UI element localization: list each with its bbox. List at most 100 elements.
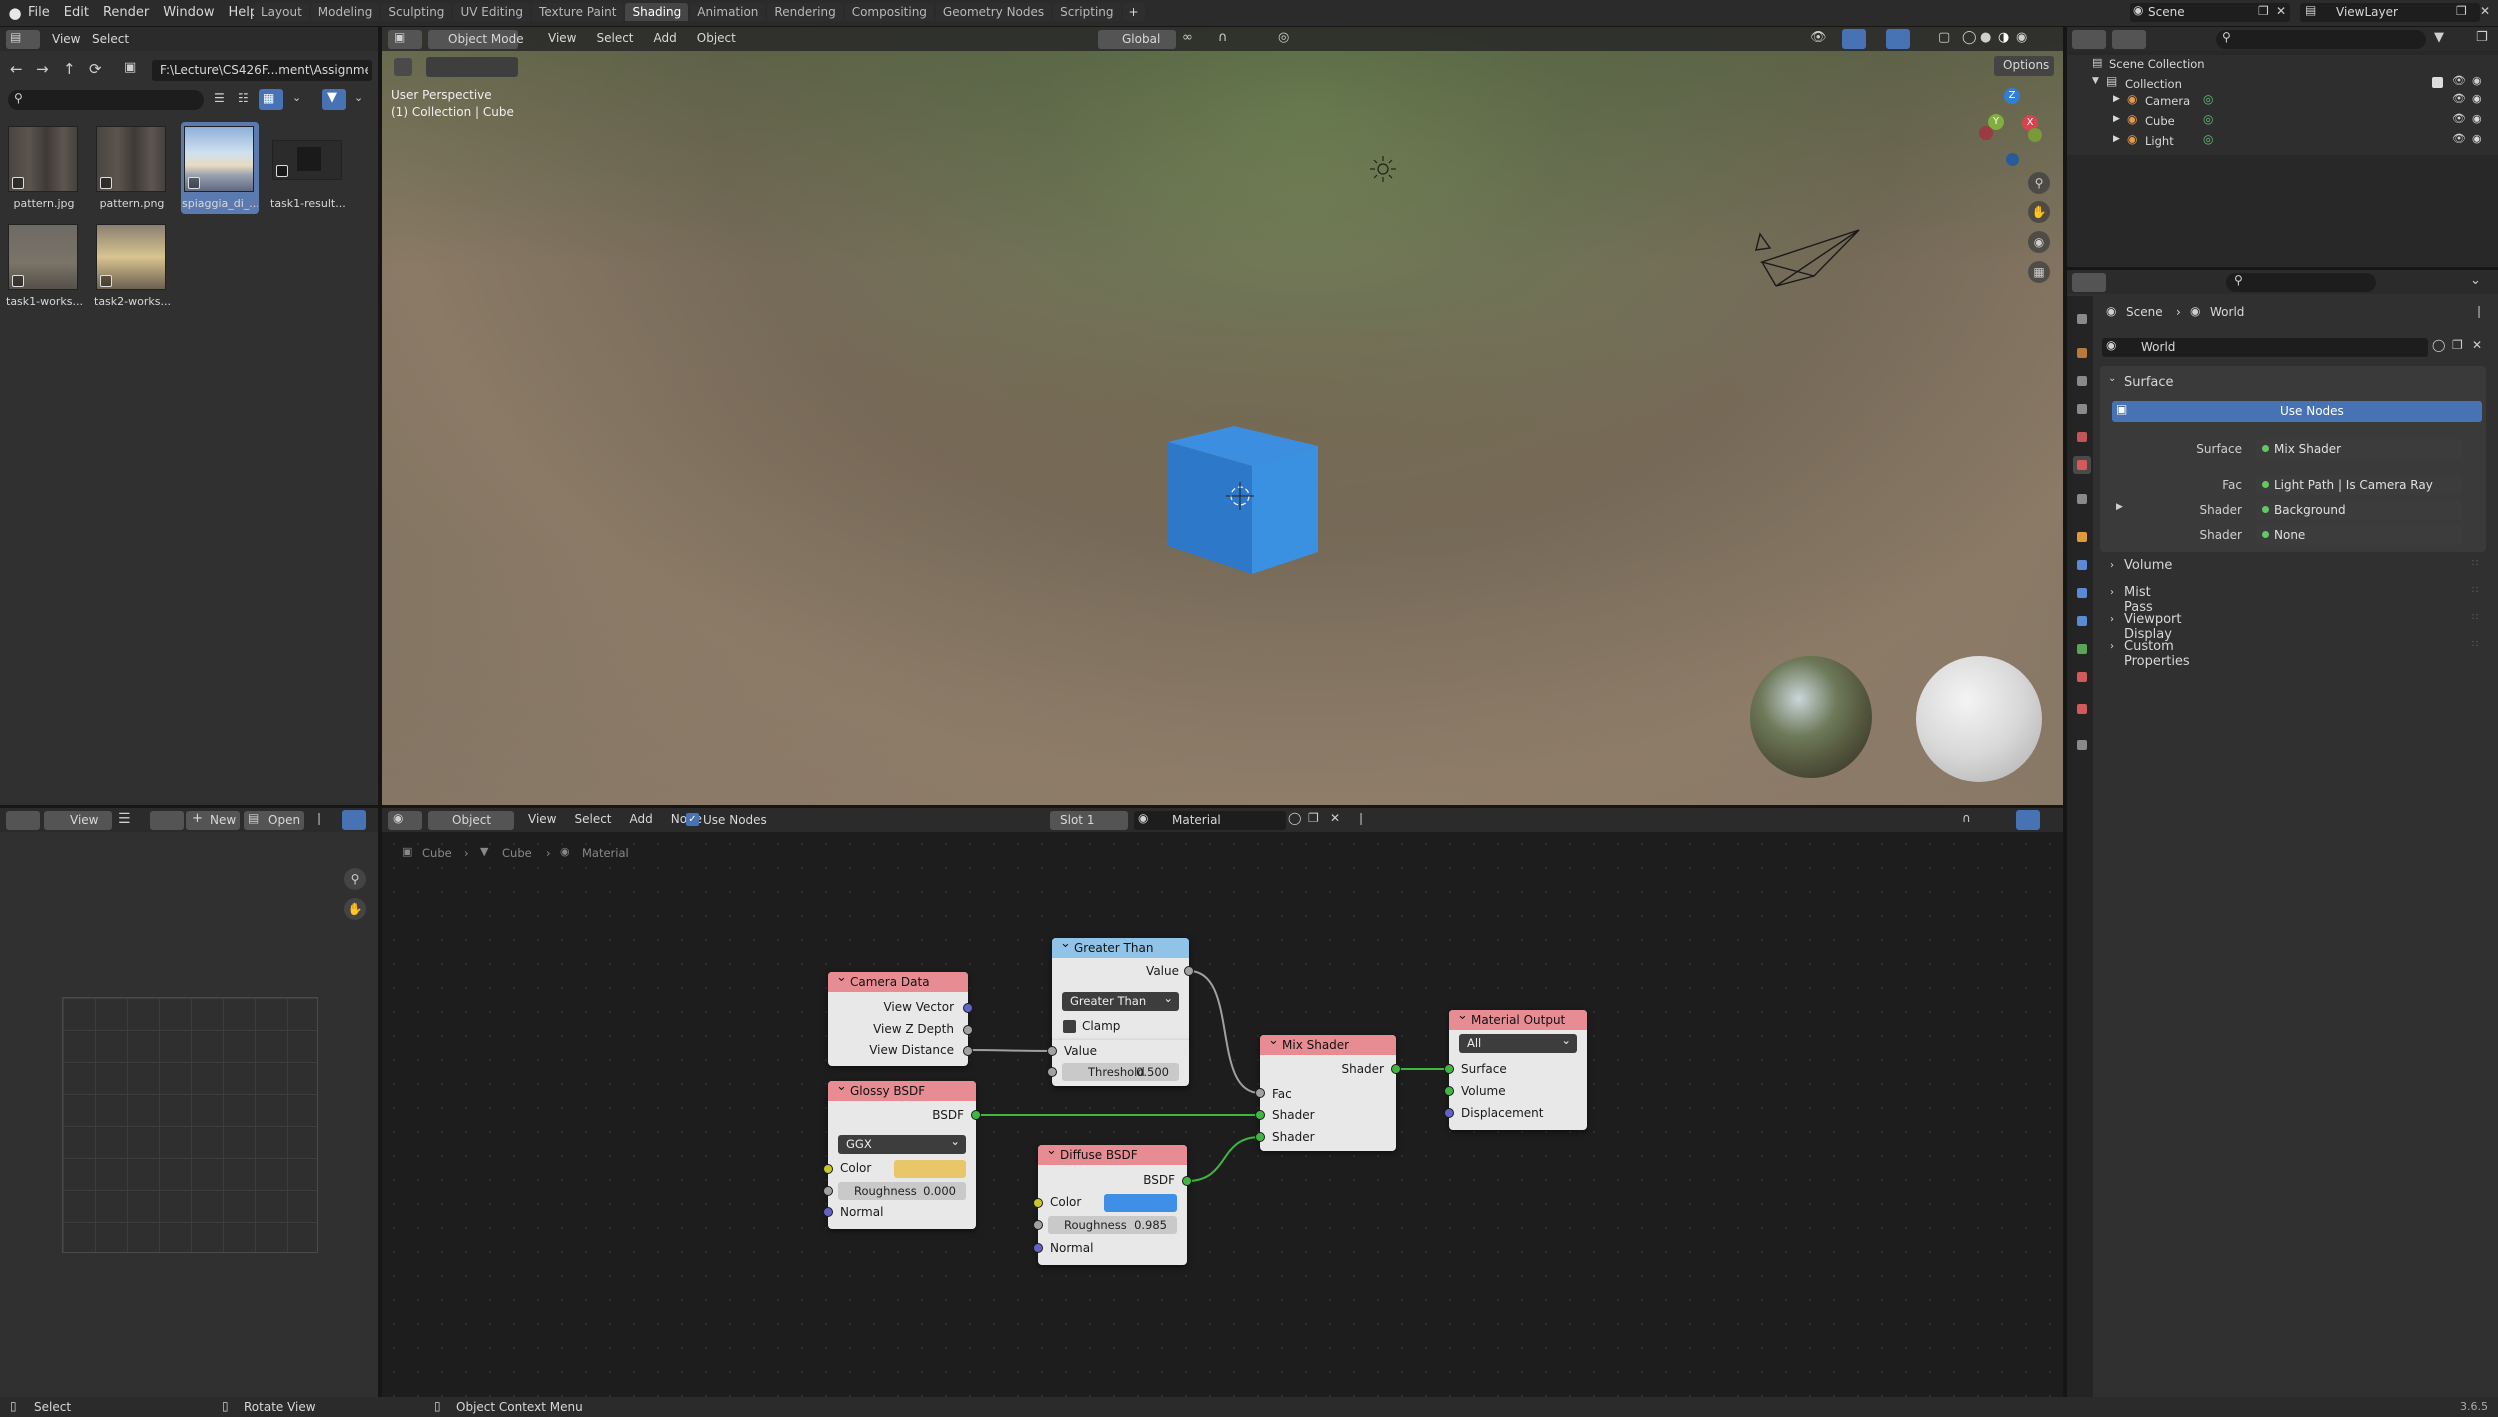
material-unlink-icon[interactable]: ✕ (1330, 811, 1340, 825)
properties-tab-icon[interactable] (2073, 700, 2091, 718)
glossy-roughness-socket[interactable] (823, 1186, 833, 1196)
outliner-item-cube[interactable]: Cube (2145, 114, 2175, 128)
file-thumbnail[interactable] (184, 126, 254, 192)
tab-compositing[interactable]: Compositing (844, 3, 934, 21)
output-target-dropdown[interactable]: All ⌄ (1459, 1033, 1577, 1053)
tab-uv-editing[interactable]: UV Editing (453, 3, 531, 21)
cube-data-icon[interactable]: ◎ (2203, 112, 2213, 126)
section-volume[interactable]: Volume (2124, 558, 2172, 573)
section-viewport-display[interactable]: Viewport Display (2124, 612, 2182, 642)
diffuse-bsdf-header[interactable]: Diffuse BSDF (1038, 1141, 1187, 1165)
diffuse-color-swatch[interactable] (1104, 1194, 1177, 1212)
gizmo-toggle[interactable] (1842, 29, 1866, 49)
unlink-world-icon[interactable]: ✕ (2472, 338, 2482, 352)
section-expand-icon[interactable]: › (2110, 641, 2114, 652)
mix-shader-header[interactable]: Mix Shader (1260, 1031, 1396, 1055)
properties-tab-icon[interactable] (2073, 612, 2091, 630)
viewport-menu-object[interactable]: Object (697, 31, 736, 45)
tab-scripting[interactable]: Scripting (1053, 3, 1121, 21)
gizmo-z-axis[interactable]: Z (2004, 88, 2020, 104)
properties-tab-icon[interactable] (2073, 584, 2091, 602)
properties-tab-icon[interactable] (2073, 372, 2091, 390)
properties-options-icon[interactable]: ⌄ (2470, 273, 2481, 288)
delete-scene-icon[interactable]: ✕ (2276, 4, 2286, 18)
properties-tab-icon[interactable] (2073, 344, 2091, 362)
menu-edit[interactable]: Edit (64, 5, 89, 20)
clamp-checkbox[interactable] (1063, 1020, 1076, 1033)
section-custom-properties[interactable]: Custom Properties (2124, 639, 2190, 669)
outliner-filter-icon[interactable]: ▼ (2434, 30, 2444, 45)
properties-tab-icon[interactable] (2073, 400, 2091, 418)
visibility-icon[interactable]: 👁 (1810, 30, 1827, 45)
glossy-normal-socket[interactable] (823, 1207, 833, 1217)
properties-tab-icon[interactable] (2073, 640, 2091, 658)
material-output-node[interactable]: Material Output All ⌄ Surface Volume Disp… (1444, 1006, 1587, 1130)
light-data-icon[interactable]: ◎ (2203, 132, 2213, 146)
menu-file[interactable]: File (28, 5, 50, 20)
viewport-menu-view[interactable]: View (548, 31, 576, 45)
image-browse-button[interactable] (150, 811, 184, 830)
blender-logo-icon[interactable]: ● (6, 4, 24, 22)
outliner-expand-icon[interactable]: ▶ (2113, 94, 2120, 104)
use-nodes-checkbox[interactable]: ✓ (686, 813, 699, 826)
selection-modes[interactable] (426, 57, 518, 77)
solid-shading-icon[interactable]: ● (1980, 30, 1991, 45)
camera-data-icon[interactable]: ◎ (2203, 92, 2213, 106)
file-select-menu[interactable]: Select (92, 32, 129, 46)
render-camera-icon[interactable]: ◉ (2472, 92, 2482, 105)
new-view-layer-icon[interactable]: ❐ (2456, 4, 2467, 18)
image-editor-type[interactable] (6, 811, 40, 830)
file-view-menu[interactable]: View (52, 32, 80, 46)
glossy-roughness-field[interactable]: Roughness 0.000 (838, 1182, 966, 1200)
render-camera-icon[interactable]: ◉ (2472, 112, 2482, 125)
outliner-editor-type[interactable] (2072, 30, 2106, 49)
greater-than-node[interactable]: Greater Than Value Greater Than ⌄ Clamp (1052, 934, 1194, 1043)
section-expand-icon[interactable]: › (2110, 587, 2114, 598)
new-scene-icon[interactable]: ❐ (2258, 4, 2269, 18)
light-object-icon[interactable] (1368, 154, 1398, 184)
parent-directory-icon[interactable]: ↑ (63, 60, 76, 78)
scene-collection-label[interactable]: Scene Collection (2109, 57, 2205, 71)
material-fake-user-icon[interactable]: ◯ (1288, 811, 1301, 825)
surface-expand-icon[interactable]: ⌄ (2108, 373, 2116, 384)
properties-tab-icon[interactable] (2073, 736, 2091, 754)
shader-expand-icon[interactable]: ▶ (2116, 502, 2123, 512)
output-volume-socket[interactable] (1444, 1086, 1454, 1096)
glossy-color-socket[interactable] (823, 1164, 833, 1174)
properties-search-input[interactable] (2226, 273, 2376, 292)
file-thumbnail[interactable] (8, 224, 78, 290)
file-thumbnail[interactable] (8, 126, 78, 192)
glossy-distribution-dropdown[interactable]: GGX ⌄ (838, 1134, 966, 1154)
cube-object[interactable] (1160, 424, 1324, 576)
material-duplicate-icon[interactable]: ❐ (1308, 811, 1319, 825)
collection-expand-icon[interactable]: ▼ (2092, 76, 2099, 86)
surface-row-value[interactable]: None (2256, 525, 2462, 545)
horizontal-list-icon[interactable]: ☷ (238, 91, 249, 105)
overlay-toggle[interactable] (1886, 29, 1910, 49)
gizmo-neg-x[interactable] (1979, 126, 1993, 140)
pan-view-icon[interactable]: ✋ (2028, 201, 2050, 223)
diffuse-roughness-socket[interactable] (1033, 1220, 1043, 1230)
diffuse-color-socket[interactable] (1033, 1198, 1043, 1208)
mix-shader-socket-2[interactable] (1255, 1132, 1265, 1142)
image-pan-icon[interactable]: ✋ (344, 898, 366, 920)
surface-row-value[interactable]: Background (2256, 500, 2462, 520)
section-mist-pass[interactable]: Mist Pass (2124, 585, 2153, 615)
diffuse-roughness-field[interactable]: Roughness 0.985 (1048, 1216, 1177, 1234)
new-collection-icon[interactable]: ❐ (2476, 30, 2488, 45)
duplicate-world-icon[interactable]: ❐ (2452, 338, 2463, 352)
node-pin-icon[interactable]: ❘ (1356, 811, 1366, 825)
diffuse-normal-socket[interactable] (1033, 1243, 1043, 1253)
node-menu-view[interactable]: View (528, 812, 556, 826)
math-operation-dropdown[interactable]: Greater Than ⌄ (1062, 991, 1179, 1011)
visibility-eye-icon[interactable]: 👁 (2452, 132, 2466, 145)
outliner-search-input[interactable] (2216, 30, 2426, 49)
gizmo-neg-y[interactable] (2028, 128, 2042, 142)
threshold-field[interactable]: Threshold 0.500 (1062, 1063, 1179, 1081)
image-gizmo-toggle[interactable] (342, 810, 366, 830)
xray-icon[interactable]: ▢ (1938, 30, 1950, 45)
new-folder-icon[interactable]: ▣ (124, 60, 136, 75)
output-surface-socket[interactable] (1444, 1064, 1454, 1074)
outliner-item-camera[interactable]: Camera (2145, 94, 2190, 108)
file-thumbnail[interactable] (96, 224, 166, 290)
